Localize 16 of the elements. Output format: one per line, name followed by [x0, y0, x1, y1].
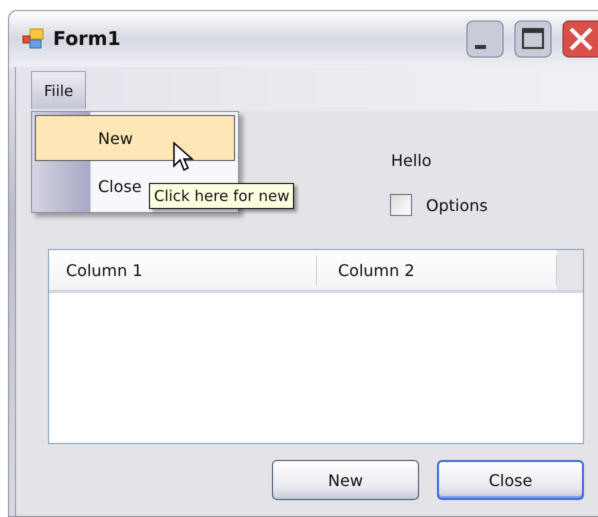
new-button[interactable]: New [272, 460, 419, 500]
menu-item[interactable]: Fiile [31, 71, 86, 109]
cursor-icon [173, 142, 195, 172]
menu-option[interactable]: New [35, 115, 235, 161]
header-filler [557, 250, 583, 290]
app-icon [21, 28, 45, 50]
checkbox[interactable] [390, 194, 412, 216]
tooltip: Click here for new [149, 183, 294, 209]
close-button[interactable] [562, 20, 598, 58]
close-button[interactable]: Close [437, 460, 584, 500]
window-title: Form1 [53, 28, 121, 50]
minimize-button[interactable] [466, 20, 504, 58]
maximize-button[interactable] [514, 20, 552, 58]
checkbox-label: Options [426, 196, 488, 214]
hello-label: Hello [391, 151, 433, 170]
column-header[interactable]: Column 1 [49, 255, 317, 285]
